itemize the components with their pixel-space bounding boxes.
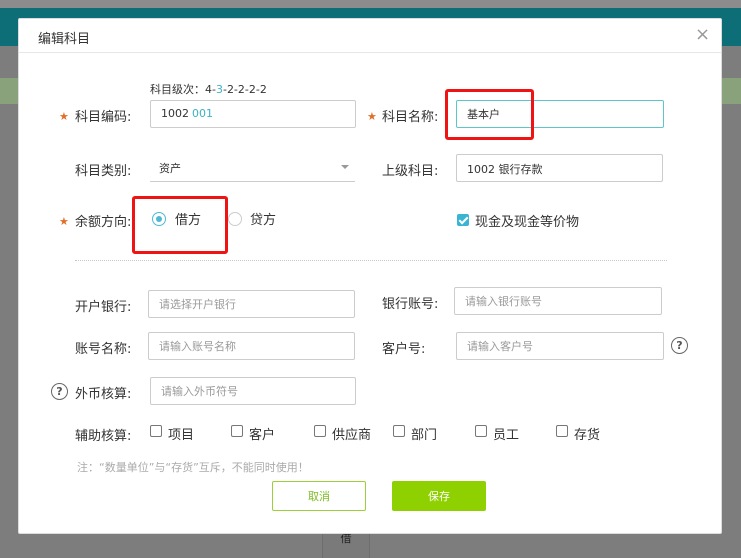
level-hint-highlight: 3 — [215, 83, 223, 96]
level-hint: 科目级次：4-3-2-2-2-2 — [150, 81, 267, 97]
aux-checkbox-customer[interactable] — [231, 425, 243, 437]
parent-label: 上级科目: — [382, 164, 439, 179]
highlight-box-name — [445, 89, 534, 140]
edit-account-dialog: 编辑科目 × 科目级次：4-3-2-2-2-2 ★ 科目编码: 1002 001 … — [18, 18, 722, 534]
aux-option-label: 客户 — [249, 428, 276, 443]
code-label: 科目编码: — [75, 110, 132, 125]
bank-input[interactable] — [148, 290, 355, 318]
aux-option-label: 部门 — [411, 428, 438, 443]
currency-input[interactable] — [150, 377, 356, 405]
aux-checkbox-supplier[interactable] — [314, 425, 326, 437]
code-sub: 001 — [192, 107, 213, 120]
aux-checkbox-employee[interactable] — [475, 425, 487, 437]
cash-equivalent-checkbox[interactable] — [457, 214, 469, 226]
radio-credit[interactable] — [228, 212, 242, 226]
balance-label: 余额方向: — [75, 215, 132, 230]
mutual-exclusion-note: 注：“数量单位”与“存货”互斥，不能同时使用！ — [77, 461, 309, 474]
dialog-titlebar: 编辑科目 × — [19, 19, 721, 53]
bg-grid-cell-text: 借 — [340, 532, 352, 545]
name-label: 科目名称: — [382, 110, 439, 125]
aux-checkbox-department[interactable] — [393, 425, 405, 437]
category-value: 资产 — [159, 162, 181, 175]
aux-checkbox-inventory[interactable] — [556, 425, 568, 437]
level-hint-first: 4- — [205, 83, 216, 96]
parent-field[interactable]: 1002 银行存款 — [456, 154, 663, 182]
help-icon[interactable]: ? — [51, 383, 68, 400]
chevron-down-icon — [341, 165, 349, 169]
account-no-label: 银行账号: — [382, 297, 439, 312]
cash-equivalent-label: 现金及现金等价物 — [475, 215, 580, 230]
currency-label: 外币核算: — [75, 387, 132, 402]
aux-checkbox-project[interactable] — [150, 425, 162, 437]
category-select[interactable]: 资产 — [150, 154, 355, 182]
section-divider — [75, 260, 667, 261]
required-star-icon: ★ — [59, 215, 69, 228]
radio-credit-label: 贷方 — [250, 213, 277, 228]
aux-label: 辅助核算: — [75, 429, 132, 444]
level-hint-prefix: 科目级次： — [150, 83, 205, 96]
customer-no-label: 客户号: — [382, 342, 426, 357]
aux-option-label: 存货 — [574, 428, 601, 443]
aux-option-label: 项目 — [168, 428, 195, 443]
aux-option-label: 供应商 — [332, 428, 372, 443]
save-button[interactable]: 保存 — [392, 481, 486, 511]
aux-option-label: 员工 — [493, 428, 520, 443]
customer-no-input[interactable] — [456, 332, 664, 360]
account-name-label: 账号名称: — [75, 342, 132, 357]
code-main: 1002 — [161, 107, 189, 120]
bg-top-strip — [0, 0, 741, 8]
account-name-input[interactable] — [148, 332, 355, 360]
bank-label: 开户银行: — [75, 300, 132, 315]
dialog-title: 编辑科目 — [38, 32, 91, 47]
cancel-button[interactable]: 取消 — [272, 481, 366, 511]
code-field[interactable]: 1002 001 — [150, 100, 356, 128]
highlight-box-debit — [132, 196, 228, 254]
bg-grid-cell: 借 — [322, 532, 370, 558]
required-star-icon: ★ — [59, 110, 69, 123]
close-icon[interactable]: × — [695, 25, 710, 45]
required-star-icon: ★ — [367, 110, 377, 123]
level-hint-rest: -2-2-2-2 — [222, 83, 267, 96]
category-label: 科目类别: — [75, 164, 132, 179]
help-icon[interactable]: ? — [671, 337, 688, 354]
account-no-input[interactable] — [454, 287, 662, 315]
parent-value: 1002 银行存款 — [467, 163, 543, 176]
